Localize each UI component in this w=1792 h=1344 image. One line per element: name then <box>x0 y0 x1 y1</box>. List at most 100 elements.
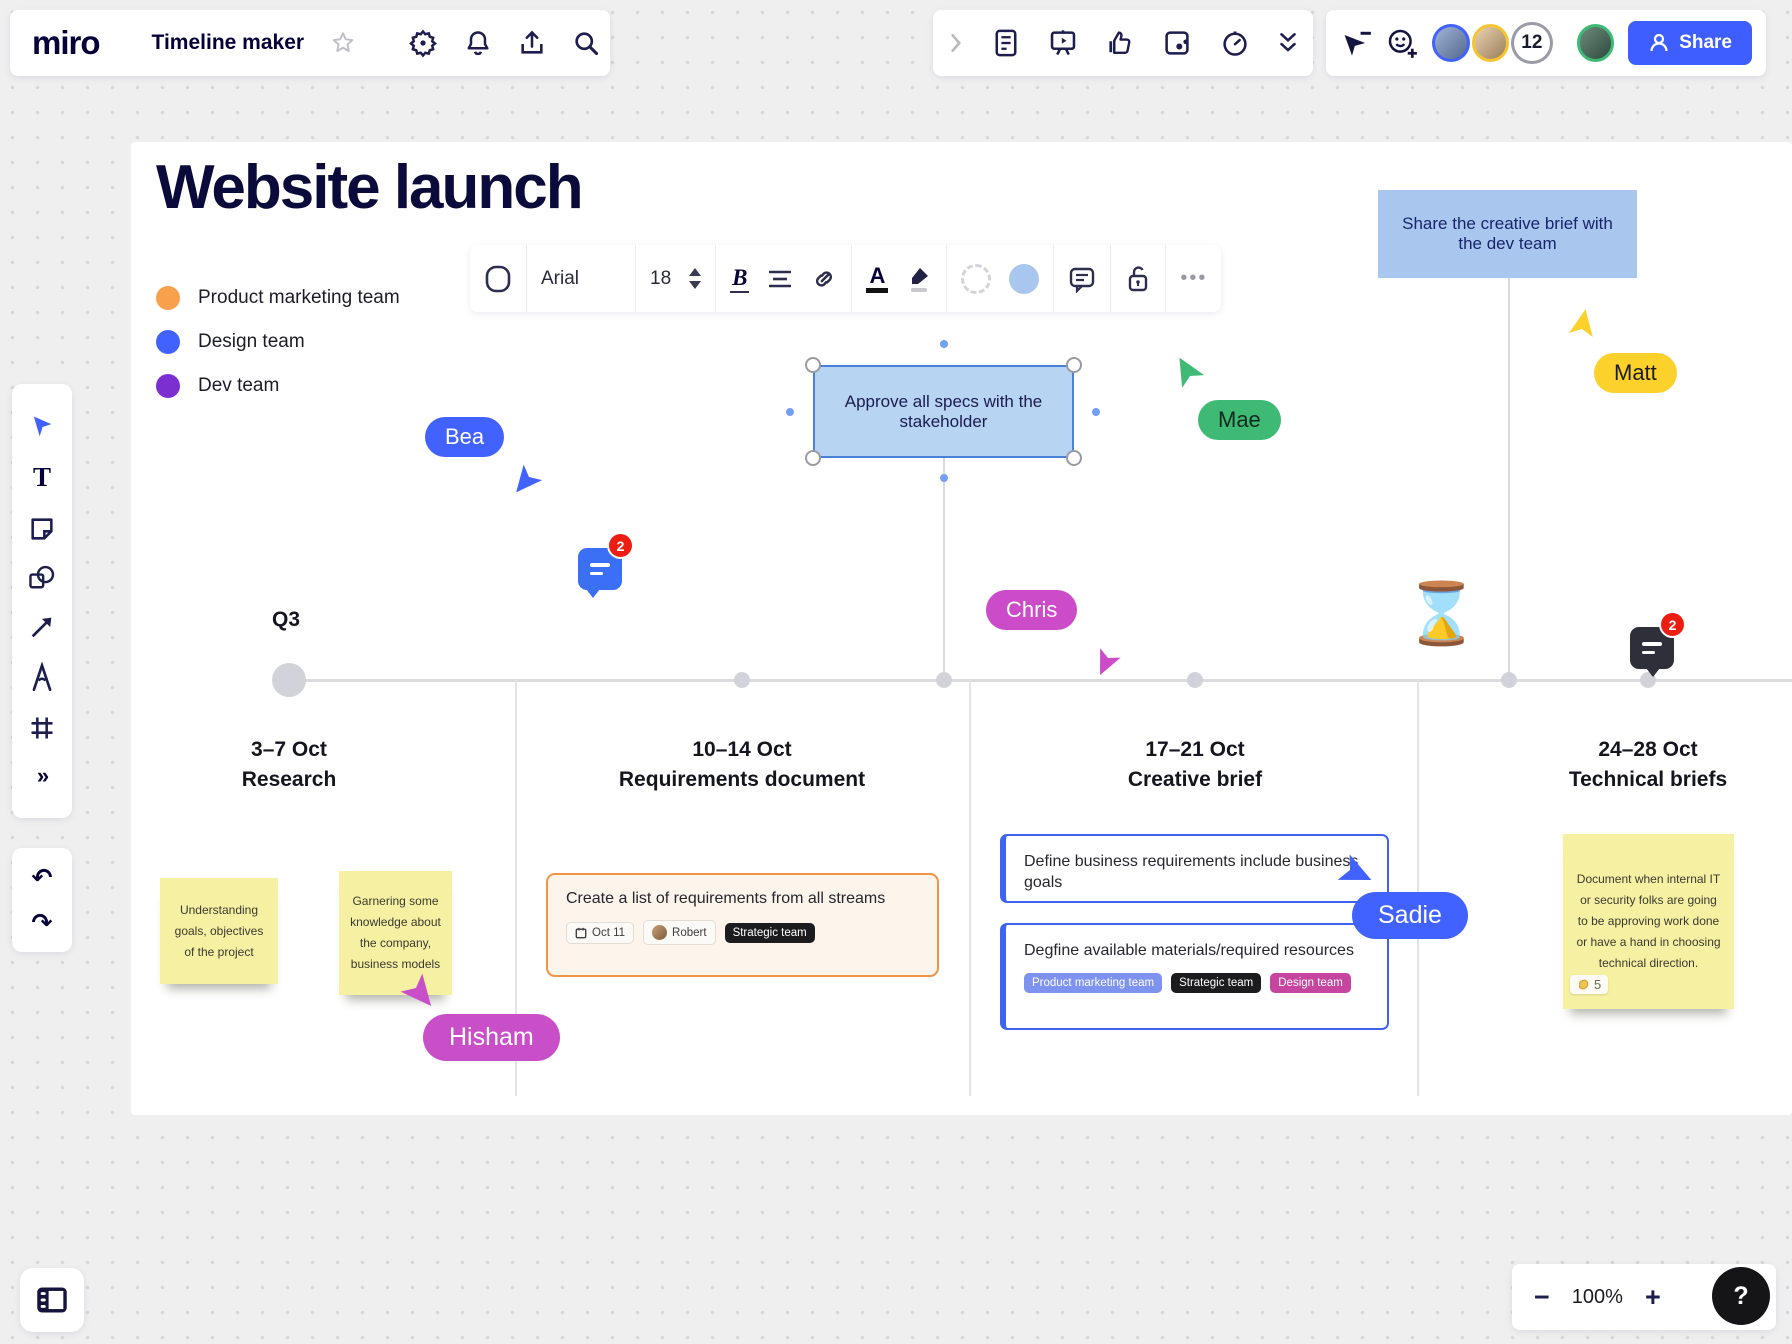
connector-point[interactable] <box>940 340 948 348</box>
reaction-chip[interactable]: 5 <box>1570 975 1608 994</box>
timeline-dot[interactable] <box>936 672 952 688</box>
collaboration-bar: 12 Share <box>1326 10 1766 76</box>
facilitation-toolbar <box>933 10 1313 76</box>
legend-label: Dev team <box>198 375 279 397</box>
thumbs-up-icon[interactable] <box>1105 28 1135 58</box>
star-icon[interactable] <box>330 30 356 56</box>
board-title[interactable]: Timeline maker <box>152 31 305 55</box>
lock-button[interactable] <box>1111 245 1166 312</box>
ok-hand-icon <box>1577 978 1590 991</box>
legend-label: Design team <box>198 331 305 353</box>
sticky-note[interactable]: Understanding goals, objectives of the p… <box>160 878 278 984</box>
timeline-dot[interactable] <box>1501 672 1517 688</box>
current-user-avatar[interactable] <box>1577 24 1615 62</box>
sticky-share-brief[interactable]: Share the creative brief with the dev te… <box>1378 190 1637 278</box>
tag-product-marketing-team[interactable]: Product marketing team <box>1024 973 1162 993</box>
timeline-dot[interactable] <box>1187 672 1203 688</box>
notifications-bell-icon[interactable] <box>464 29 492 57</box>
section-date: 17–21 Oct <box>1015 735 1375 765</box>
font-family-select[interactable]: Arial <box>527 245 636 312</box>
tag-strategic-team[interactable]: Strategic team <box>725 923 815 943</box>
selection-handle[interactable] <box>805 450 821 466</box>
connector-arrow-tool[interactable] <box>28 613 56 641</box>
reaction-count: 5 <box>1594 977 1601 992</box>
assignee-chip[interactable]: Robert <box>643 920 716 945</box>
bold-button[interactable]: B <box>730 265 749 293</box>
timeline-start-dot[interactable] <box>272 663 306 697</box>
card-materials[interactable]: Degfine available materials/required res… <box>1000 923 1389 1030</box>
sticky-note-tool[interactable] <box>28 515 56 543</box>
selection-handle[interactable] <box>1066 450 1082 466</box>
legend-dot-orange <box>156 286 180 310</box>
collapse-chevron-icon[interactable] <box>947 32 965 54</box>
creation-toolbar: T » <box>12 384 72 818</box>
follow-cursor-icon[interactable] <box>1340 28 1372 58</box>
comment-button[interactable] <box>1054 245 1111 312</box>
zoom-out-button[interactable]: − <box>1534 1282 1550 1313</box>
frames-panel-button[interactable] <box>20 1268 84 1332</box>
zoom-level[interactable]: 100% <box>1572 1286 1623 1309</box>
font-size-control[interactable]: 18 <box>636 245 716 312</box>
connector-point[interactable] <box>940 474 948 482</box>
due-date-chip[interactable]: Oct 11 <box>566 922 634 944</box>
frame-tool[interactable] <box>28 714 56 742</box>
selection-handle[interactable] <box>805 357 821 373</box>
collaborator-cursor-hisham <box>394 966 437 1009</box>
timeline-dot[interactable] <box>734 672 750 688</box>
timeline-divider <box>969 680 971 1096</box>
connector-point[interactable] <box>1092 408 1100 416</box>
increase-icon <box>689 268 701 276</box>
export-upload-icon[interactable] <box>518 29 546 57</box>
reactions-emoji-icon[interactable] <box>1386 27 1418 59</box>
more-tools-chevrons-icon[interactable] <box>1277 30 1299 56</box>
pen-tool[interactable] <box>29 662 55 692</box>
settings-gear-icon[interactable] <box>408 28 438 58</box>
connector-point[interactable] <box>786 408 794 416</box>
comment-pin[interactable]: 2 <box>578 548 622 590</box>
highlighter-button[interactable] <box>906 264 932 294</box>
link-button[interactable] <box>811 266 837 292</box>
shape-style-button[interactable] <box>470 245 527 312</box>
hourglass-emoji[interactable]: ⌛ <box>1404 578 1479 649</box>
fill-color-button[interactable] <box>1009 264 1039 294</box>
timer-icon[interactable] <box>1220 28 1250 58</box>
more-tools-icon[interactable]: » <box>37 763 47 789</box>
font-family-value: Arial <box>541 268 621 290</box>
notes-doc-icon[interactable] <box>992 28 1020 58</box>
align-button[interactable] <box>767 269 793 289</box>
section-date: 3–7 Oct <box>109 735 469 765</box>
legend-label: Product marketing team <box>198 287 400 309</box>
tag-design-team[interactable]: Design team <box>1270 973 1351 993</box>
select-cursor-tool[interactable] <box>28 413 56 441</box>
zoom-in-button[interactable]: + <box>1645 1282 1661 1313</box>
comment-pin[interactable]: 2 <box>1630 627 1674 669</box>
redo-button[interactable]: ↷ <box>32 908 53 937</box>
border-color-button[interactable] <box>961 264 991 294</box>
font-size-stepper[interactable] <box>689 268 701 289</box>
due-date: Oct 11 <box>592 927 625 939</box>
collaborator-avatar[interactable] <box>1432 24 1470 62</box>
font-size-value: 18 <box>650 268 671 290</box>
help-button[interactable]: ? <box>1712 1267 1770 1325</box>
more-options-button[interactable]: ••• <box>1166 245 1221 312</box>
collaborator-count[interactable]: 12 <box>1511 22 1553 64</box>
ellipsis-icon: ••• <box>1180 267 1207 290</box>
search-icon[interactable] <box>572 29 600 57</box>
miro-logo[interactable]: miro <box>32 24 100 62</box>
shapes-tool[interactable] <box>27 564 57 592</box>
selection-handle[interactable] <box>1066 357 1082 373</box>
recording-icon[interactable] <box>1162 28 1192 58</box>
card-requirements[interactable]: Create a list of requirements from all s… <box>546 873 939 977</box>
card-title: Create a list of requirements from all s… <box>566 889 919 909</box>
tag-strategic-team[interactable]: Strategic team <box>1171 973 1261 993</box>
undo-button[interactable]: ↶ <box>32 863 53 892</box>
collaborator-avatar[interactable] <box>1472 24 1510 62</box>
shape-outline-icon <box>484 263 512 295</box>
shape-approve-specs[interactable]: Approve all specs with the stakeholder <box>813 365 1074 458</box>
text-color-button[interactable]: A <box>866 264 888 292</box>
presentation-icon[interactable] <box>1048 28 1078 58</box>
timeline-section-header: 24–28 Oct Technical briefs <box>1468 735 1792 795</box>
comment-count-badge: 2 <box>607 532 634 559</box>
text-tool[interactable]: T <box>33 462 51 493</box>
share-button[interactable]: Share <box>1628 21 1752 65</box>
